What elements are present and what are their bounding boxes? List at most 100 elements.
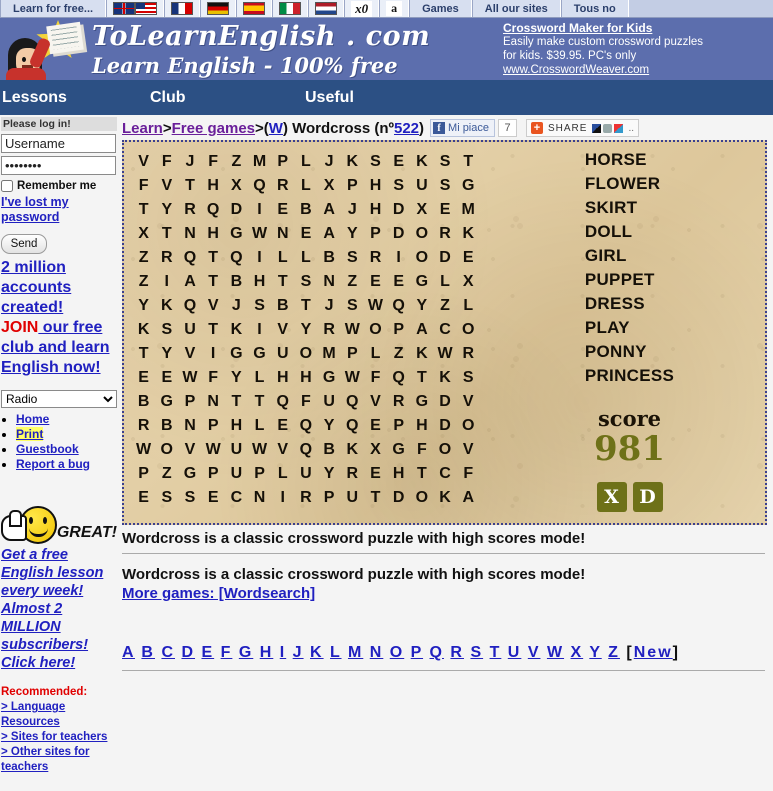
grid-cell[interactable]: F xyxy=(364,369,387,387)
alphabet-link-P[interactable]: P xyxy=(411,644,423,661)
grid-cell[interactable]: R xyxy=(457,345,480,363)
alphabet-link-B[interactable]: B xyxy=(141,644,155,661)
grid-cell[interactable]: G xyxy=(155,393,178,411)
grid-cell[interactable]: Q xyxy=(178,297,201,315)
grid-cell[interactable]: L xyxy=(248,417,271,435)
grid-cell[interactable]: I xyxy=(248,321,271,339)
grid-cell[interactable]: E xyxy=(132,369,155,387)
grid-cell[interactable]: W xyxy=(132,441,155,459)
grid-cell[interactable]: S xyxy=(248,297,271,315)
grid-cell[interactable]: E xyxy=(202,489,225,507)
grid-cell[interactable]: K xyxy=(433,369,456,387)
grid-cell[interactable]: N xyxy=(202,393,225,411)
grid-cell[interactable]: D xyxy=(433,393,456,411)
grid-cell[interactable]: E xyxy=(132,489,155,507)
grid-cell[interactable]: Q xyxy=(271,393,294,411)
recommended-link-sites-for-teachers[interactable]: > Sites for teachers xyxy=(1,731,107,743)
grid-cell[interactable]: R xyxy=(178,201,201,219)
nav-item-useful[interactable]: Useful xyxy=(305,89,354,107)
grid-cell[interactable]: Y xyxy=(318,465,341,483)
grid-cell[interactable]: H xyxy=(410,417,433,435)
grid-cell[interactable]: T xyxy=(225,393,248,411)
grid-cell[interactable]: W xyxy=(341,369,364,387)
remember-me-checkbox[interactable] xyxy=(1,180,13,192)
grid-cell[interactable]: B xyxy=(318,441,341,459)
grid-cell[interactable]: F xyxy=(202,369,225,387)
grid-cell[interactable]: D xyxy=(225,201,248,219)
grid-cell[interactable]: O xyxy=(410,249,433,267)
grid-cell[interactable]: F xyxy=(294,393,317,411)
alphabet-link-M[interactable]: M xyxy=(348,644,363,661)
alphabet-link-K[interactable]: K xyxy=(310,644,324,661)
grid-cell[interactable]: S xyxy=(433,177,456,195)
share-button[interactable]: + SHARE .. xyxy=(526,119,640,137)
grid-cell[interactable]: X xyxy=(364,441,387,459)
grid-cell[interactable]: W xyxy=(433,345,456,363)
promo-line-1[interactable]: 2 million xyxy=(1,259,66,276)
grid-cell[interactable]: E xyxy=(387,273,410,291)
grid-cell[interactable]: S xyxy=(433,153,456,171)
alphabet-link-O[interactable]: O xyxy=(390,644,404,661)
grid-cell[interactable]: N xyxy=(271,225,294,243)
grid-cell[interactable]: Q xyxy=(387,369,410,387)
grid-cell[interactable]: L xyxy=(294,177,317,195)
grid-cell[interactable]: K xyxy=(225,321,248,339)
grid-cell[interactable]: A xyxy=(318,201,341,219)
grid-cell[interactable]: S xyxy=(294,273,317,291)
grid-cell[interactable]: F xyxy=(457,465,480,483)
grid-cell[interactable]: I xyxy=(387,249,410,267)
sidebar-link-print[interactable]: Print xyxy=(16,427,44,441)
grid-cell[interactable]: S xyxy=(155,489,178,507)
tab-games[interactable]: Games xyxy=(409,0,472,17)
grid-cell[interactable]: K xyxy=(341,441,364,459)
grid-cell[interactable]: N xyxy=(178,225,201,243)
grid-cell[interactable]: F xyxy=(132,177,155,195)
grid-cell[interactable]: T xyxy=(155,225,178,243)
grid-cell[interactable]: T xyxy=(410,369,433,387)
alphabet-link-N[interactable]: N xyxy=(370,644,384,661)
grid-cell[interactable]: N xyxy=(318,273,341,291)
grid-cell[interactable]: T xyxy=(202,321,225,339)
grid-cell[interactable]: D xyxy=(387,225,410,243)
grid-cell[interactable]: A xyxy=(457,489,480,507)
lost-password-link[interactable]: I've lost my password xyxy=(1,195,117,225)
list-item[interactable]: > Language Resources xyxy=(1,700,117,730)
ad-title[interactable]: Crossword Maker for Kids xyxy=(503,21,765,35)
grid-cell[interactable]: G xyxy=(387,441,410,459)
grid-cell[interactable]: E xyxy=(155,369,178,387)
more-games-link[interactable]: More games: [Wordsearch] xyxy=(122,585,315,602)
alphabet-link-V[interactable]: V xyxy=(528,644,541,661)
signup-promo[interactable]: 2 million accounts created! JOIN our fre… xyxy=(1,258,117,378)
nav-item-club[interactable]: Club xyxy=(150,89,305,107)
grid-cell[interactable]: G xyxy=(410,273,433,291)
grid-cell[interactable]: M xyxy=(248,153,271,171)
grid-cell[interactable]: E xyxy=(364,417,387,435)
grid-cell[interactable]: X xyxy=(410,201,433,219)
grid-cell[interactable]: S xyxy=(387,177,410,195)
grid-cell[interactable]: L xyxy=(294,249,317,267)
grid-cell[interactable]: U xyxy=(341,489,364,507)
newsletter-promo[interactable]: Get a free English lesson every week! Al… xyxy=(1,546,117,672)
list-item[interactable]: Home xyxy=(16,412,117,427)
tab-german[interactable] xyxy=(200,0,237,17)
grid-cell[interactable]: L xyxy=(364,345,387,363)
grid-cell[interactable]: V xyxy=(155,177,178,195)
grid-cell[interactable]: A xyxy=(410,321,433,339)
grid-cell[interactable]: R xyxy=(387,393,410,411)
breadcrumb-letter-w[interactable]: W xyxy=(269,120,283,137)
grid-cell[interactable]: H xyxy=(271,369,294,387)
alphabet-link-E[interactable]: E xyxy=(201,644,214,661)
grid-cell[interactable]: Q xyxy=(202,201,225,219)
grid-cell[interactable]: Y xyxy=(132,297,155,315)
sidebar-link-home[interactable]: Home xyxy=(16,412,49,426)
grid-cell[interactable]: Y xyxy=(410,297,433,315)
grid-cell[interactable]: L xyxy=(457,297,480,315)
grid-cell[interactable]: Q xyxy=(294,417,317,435)
grid-cell[interactable]: I xyxy=(155,273,178,291)
grid-cell[interactable]: I xyxy=(271,489,294,507)
grid-cell[interactable]: V xyxy=(271,321,294,339)
grid-cell[interactable]: W xyxy=(202,441,225,459)
grid-cell[interactable]: Q xyxy=(225,249,248,267)
grid-cell[interactable]: I xyxy=(248,201,271,219)
grid-cell[interactable]: P xyxy=(318,489,341,507)
